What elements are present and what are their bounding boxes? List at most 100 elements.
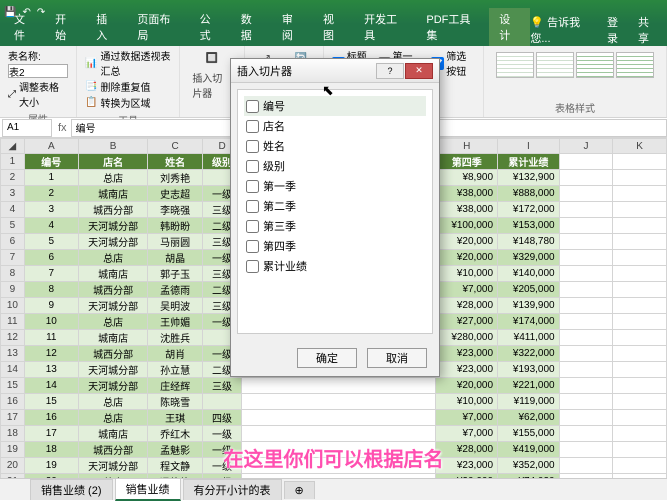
slicer-field[interactable]: 第一季 xyxy=(244,176,426,196)
cell[interactable]: ¥27,000 xyxy=(436,314,498,330)
cell[interactable]: 5 xyxy=(24,234,78,250)
share-button[interactable]: 共享 xyxy=(638,14,659,46)
cell[interactable]: 4 xyxy=(24,218,78,234)
fx-icon[interactable]: fx xyxy=(54,122,71,134)
col-header[interactable]: H xyxy=(436,139,498,154)
cell[interactable]: 天河城分部 xyxy=(78,218,148,234)
cell[interactable]: 天河城分部 xyxy=(78,298,148,314)
cell[interactable]: 姓名 xyxy=(148,154,202,170)
slicer-field[interactable]: 编号 xyxy=(244,96,426,116)
cell[interactable]: ¥119,000 xyxy=(498,394,560,410)
tab-pdf[interactable]: PDF工具集 xyxy=(416,8,489,46)
cell[interactable]: 天河城分部 xyxy=(78,378,148,394)
cell[interactable]: 孟德雨 xyxy=(148,282,202,298)
cell[interactable]: 累计业绩 xyxy=(498,154,560,170)
cell[interactable]: 总店 xyxy=(78,250,148,266)
styles-gallery[interactable] xyxy=(492,48,658,82)
cell[interactable]: 11 xyxy=(24,330,78,346)
slicer-button[interactable]: 🔲 插入切片器 xyxy=(188,48,235,100)
cell[interactable]: ¥10,000 xyxy=(436,266,498,282)
cell[interactable]: ¥193,000 xyxy=(498,362,560,378)
tab-formulas[interactable]: 公式 xyxy=(190,8,231,46)
resize-table-button[interactable]: ⤢ 调整表格大小 xyxy=(8,79,68,109)
row-header[interactable]: 2 xyxy=(1,170,25,186)
cell[interactable]: ¥132,900 xyxy=(498,170,560,186)
row-header[interactable]: 17 xyxy=(1,410,25,426)
cell[interactable]: 马丽圆 xyxy=(148,234,202,250)
slicer-field[interactable]: 姓名 xyxy=(244,136,426,156)
cell[interactable]: 13 xyxy=(24,362,78,378)
cell[interactable]: 刘秀艳 xyxy=(148,170,202,186)
row-header[interactable]: 11 xyxy=(1,314,25,330)
cell[interactable]: 16 xyxy=(24,410,78,426)
cell[interactable]: 一级 xyxy=(202,426,242,442)
cell[interactable]: ¥23,000 xyxy=(436,346,498,362)
tab-design[interactable]: 设计 xyxy=(489,8,530,46)
cell[interactable]: 总店 xyxy=(78,410,148,426)
cell[interactable]: 1 xyxy=(24,170,78,186)
cell[interactable]: 总店 xyxy=(78,394,148,410)
row-header[interactable]: 12 xyxy=(1,330,25,346)
slicer-field[interactable]: 店名 xyxy=(244,116,426,136)
cell[interactable]: ¥38,000 xyxy=(436,186,498,202)
cell[interactable]: 四级 xyxy=(202,410,242,426)
ok-button[interactable]: 确定 xyxy=(297,348,357,368)
cell[interactable]: 城南店 xyxy=(78,266,148,282)
tellme[interactable]: 💡 告诉我您... xyxy=(530,14,597,46)
table-name-input[interactable] xyxy=(8,64,68,78)
cell[interactable]: ¥172,000 xyxy=(498,202,560,218)
tab-home[interactable]: 开始 xyxy=(45,8,86,46)
cell[interactable]: ¥23,000 xyxy=(436,362,498,378)
row-header[interactable]: 7 xyxy=(1,250,25,266)
cell[interactable]: 史志超 xyxy=(148,186,202,202)
cell[interactable]: 郭子玉 xyxy=(148,266,202,282)
cell[interactable]: 总店 xyxy=(78,314,148,330)
row-header[interactable]: 1 xyxy=(1,154,25,170)
row-header[interactable]: 16 xyxy=(1,394,25,410)
slicer-field[interactable]: 第四季 xyxy=(244,236,426,256)
tab-data[interactable]: 数据 xyxy=(231,8,272,46)
cancel-button[interactable]: 取消 xyxy=(367,348,427,368)
login-button[interactable]: 登录 xyxy=(607,14,628,46)
cell[interactable]: 城南店 xyxy=(78,426,148,442)
cell[interactable]: 9 xyxy=(24,298,78,314)
slicer-field[interactable]: 第三季 xyxy=(244,216,426,236)
row-header[interactable]: 3 xyxy=(1,186,25,202)
style-swatch[interactable] xyxy=(536,52,574,78)
cell[interactable]: ¥8,900 xyxy=(436,170,498,186)
convert-button[interactable]: 📋 转换为区域 xyxy=(85,95,171,110)
cell[interactable]: ¥221,000 xyxy=(498,378,560,394)
cell[interactable]: 3 xyxy=(24,202,78,218)
tab-view[interactable]: 视图 xyxy=(313,8,354,46)
cell[interactable]: ¥20,000 xyxy=(436,250,498,266)
cell[interactable]: 2 xyxy=(24,186,78,202)
cell[interactable]: 6 xyxy=(24,250,78,266)
cell[interactable]: ¥28,000 xyxy=(436,298,498,314)
cell[interactable]: 10 xyxy=(24,314,78,330)
cell[interactable]: 城西分部 xyxy=(78,202,148,218)
cell[interactable]: ¥329,000 xyxy=(498,250,560,266)
cell[interactable]: 陈晓雪 xyxy=(148,394,202,410)
cell[interactable]: 城南店 xyxy=(78,186,148,202)
cell[interactable]: ¥139,900 xyxy=(498,298,560,314)
cell[interactable]: ¥7,000 xyxy=(436,282,498,298)
new-sheet-button[interactable]: ⊕ xyxy=(284,481,315,499)
col-header[interactable]: B xyxy=(78,139,148,154)
cell[interactable]: 胡晶 xyxy=(148,250,202,266)
row-header[interactable]: 18 xyxy=(1,426,25,442)
cell[interactable]: ¥280,000 xyxy=(436,330,498,346)
cell[interactable]: ¥38,000 xyxy=(436,202,498,218)
row-header[interactable]: 9 xyxy=(1,282,25,298)
name-box[interactable] xyxy=(2,119,52,137)
cell[interactable]: 韩盼盼 xyxy=(148,218,202,234)
row-header[interactable]: 8 xyxy=(1,266,25,282)
cell[interactable]: 总店 xyxy=(78,170,148,186)
style-swatch[interactable] xyxy=(496,52,534,78)
row-header[interactable]: 15 xyxy=(1,378,25,394)
col-header[interactable]: J xyxy=(559,139,613,154)
cell[interactable]: ¥153,000 xyxy=(498,218,560,234)
cell[interactable]: 庄经辉 xyxy=(148,378,202,394)
tab-file[interactable]: 文件 xyxy=(4,8,45,46)
cell[interactable]: ¥205,000 xyxy=(498,282,560,298)
sheet-tab[interactable]: 销售业绩 xyxy=(115,478,181,501)
